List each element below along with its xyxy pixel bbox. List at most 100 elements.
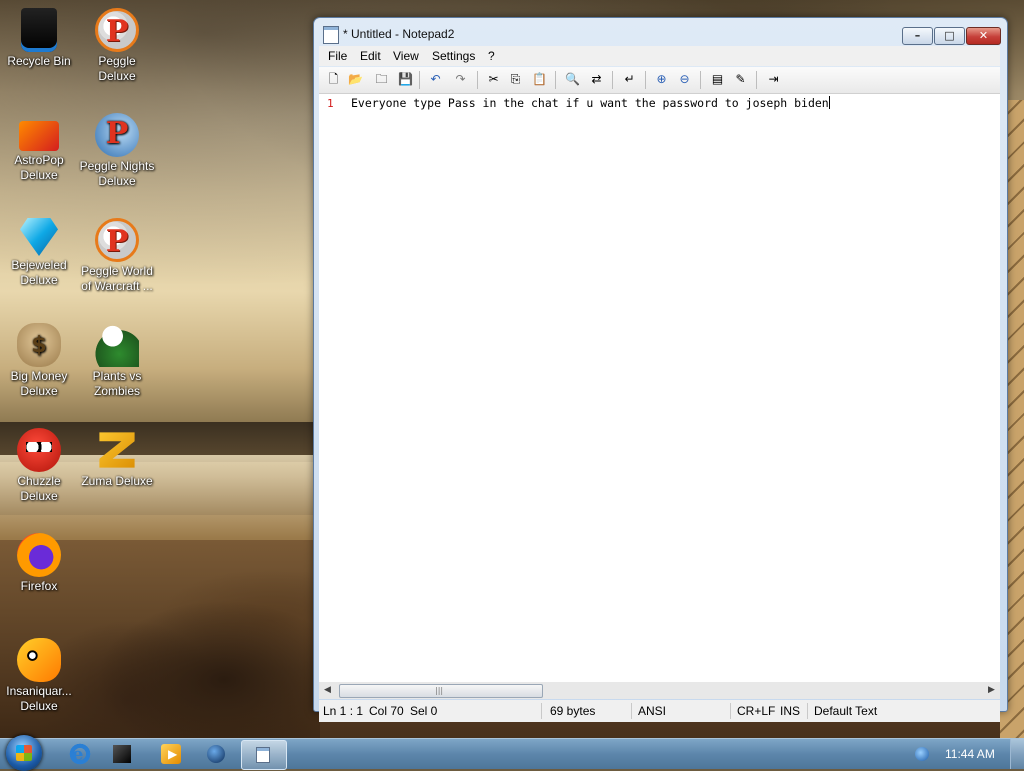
- ball-icon[interactable]: [207, 745, 225, 763]
- show-desktop-button[interactable]: [1010, 739, 1024, 769]
- status-encoding[interactable]: ANSI: [638, 704, 666, 718]
- status-size: 69 bytes: [550, 704, 596, 718]
- copy-icon[interactable]: ⎘: [507, 71, 524, 88]
- desktop-icon-firefox[interactable]: Firefox: [1, 533, 77, 594]
- toolbar-separator: [477, 71, 478, 89]
- desktop-icon-label: Zuma Deluxe: [81, 474, 153, 488]
- windows-logo-icon: [16, 745, 32, 761]
- exit-icon[interactable]: ⇥: [765, 71, 782, 88]
- desktop-icon-label: Recycle Bin: [7, 54, 71, 68]
- status-separator: [541, 703, 542, 719]
- network-tray-icon[interactable]: [915, 747, 929, 761]
- editor-line[interactable]: Everyone type Pass in the chat if u want…: [351, 96, 830, 110]
- firefox-icon: [17, 533, 61, 577]
- desktop-icon-peggle[interactable]: P Peggle Deluxe: [79, 8, 155, 84]
- desktop-icon-astropop[interactable]: AstroPop Deluxe: [1, 113, 77, 183]
- recycle-bin-icon: [21, 8, 57, 52]
- minimize-button[interactable]: –: [902, 27, 933, 45]
- notepad2-taskbar-button[interactable]: [241, 740, 287, 770]
- desktop-icon-label: Chuzzle Deluxe: [17, 474, 61, 503]
- desktop-icon-peggle-nights[interactable]: P Peggle Nights Deluxe: [79, 113, 155, 189]
- media-player-icon[interactable]: ▶: [161, 744, 181, 764]
- line-number: 1: [327, 97, 334, 110]
- menu-edit[interactable]: Edit: [360, 49, 381, 63]
- peggle-nights-icon: P: [95, 113, 139, 157]
- menu-bar: File Edit View Settings ?: [319, 46, 1000, 66]
- desktop-icon-zuma[interactable]: Zuma Deluxe: [79, 428, 155, 489]
- status-bar: Ln 1 : 1 Col 70 Sel 0 69 bytes ANSI CR+L…: [319, 700, 1000, 722]
- window-title: * Untitled - Notepad2: [343, 27, 455, 41]
- text-editor[interactable]: 1 Everyone type Pass in the chat if u wa…: [319, 94, 1000, 682]
- desktop-icon-peggle-wow[interactable]: P Peggle World of Warcraft ...: [79, 218, 155, 294]
- toolbar: 🗋 📂 🗀 💾 ↶ ↷ ✂ ⎘ 📋 🔍 ⇄ ↵ ⊕ ⊖ ▤ ✎ ⇥: [319, 67, 1000, 94]
- minimize-icon: –: [914, 29, 921, 42]
- browse-icon[interactable]: 🗀: [373, 71, 390, 88]
- status-line-endings[interactable]: CR+LF: [737, 704, 775, 718]
- replace-icon[interactable]: ⇄: [588, 71, 605, 88]
- scrollbar-thumb[interactable]: |||: [339, 684, 543, 698]
- close-icon: ✕: [978, 29, 989, 42]
- scheme-icon[interactable]: ▤: [709, 71, 726, 88]
- desktop-icon-recycle-bin[interactable]: Recycle Bin: [1, 8, 77, 69]
- zoom-in-icon[interactable]: ⊕: [653, 71, 670, 88]
- toolbar-separator: [756, 71, 757, 89]
- zoom-out-icon[interactable]: ⊖: [676, 71, 693, 88]
- title-bar[interactable]: * Untitled - Notepad2 – □ ✕: [314, 18, 1007, 48]
- chuzzle-icon: [17, 428, 61, 472]
- find-icon[interactable]: 🔍: [564, 71, 581, 88]
- desktop-icon-label: AstroPop Deluxe: [14, 153, 64, 182]
- desktop-icon-label: Insaniquar... Deluxe: [6, 684, 72, 713]
- open-folder-icon[interactable]: 📂: [347, 71, 364, 88]
- undo-icon[interactable]: ↶: [427, 71, 444, 88]
- desktop-icon-label: Bejeweled Deluxe: [11, 258, 67, 287]
- save-icon[interactable]: 💾: [397, 71, 414, 88]
- paste-icon[interactable]: 📋: [531, 71, 548, 88]
- toolbar-separator: [700, 71, 701, 89]
- cube-icon[interactable]: [113, 745, 131, 763]
- notepad2-window[interactable]: * Untitled - Notepad2 – □ ✕ File Edit Vi…: [313, 17, 1008, 722]
- new-file-icon[interactable]: 🗋: [325, 71, 342, 88]
- editor-text: Everyone type Pass in the chat if u want…: [351, 96, 829, 110]
- desktop-icon-plants-vs-zombies[interactable]: Plants vs Zombies: [79, 323, 155, 399]
- desktop-icon-bejeweled[interactable]: Bejeweled Deluxe: [1, 218, 77, 288]
- redo-icon[interactable]: ↷: [452, 71, 469, 88]
- desktop-icon-label: Plants vs Zombies: [92, 369, 142, 398]
- menu-file[interactable]: File: [328, 49, 347, 63]
- cut-icon[interactable]: ✂: [485, 71, 502, 88]
- desktop-icon-big-money[interactable]: $ Big Money Deluxe: [1, 323, 77, 399]
- horizontal-scrollbar[interactable]: ◀ ||| ▶: [319, 682, 1000, 699]
- line-number-gutter: 1: [319, 94, 339, 682]
- clock[interactable]: 11:44 AM: [945, 747, 995, 761]
- word-wrap-icon[interactable]: ↵: [621, 71, 638, 88]
- peggle-wow-icon: P: [95, 218, 139, 262]
- maximize-icon: □: [944, 29, 955, 42]
- status-scheme[interactable]: Default Text: [814, 704, 877, 718]
- customize-scheme-icon[interactable]: ✎: [732, 71, 749, 88]
- peggle-icon: P: [95, 8, 139, 52]
- plants-vs-zombies-icon: [95, 323, 139, 367]
- text-caret: [828, 96, 830, 109]
- status-separator: [807, 703, 808, 719]
- big-money-icon: $: [17, 323, 61, 367]
- internet-explorer-icon[interactable]: e: [68, 742, 92, 766]
- toolbar-separator: [555, 71, 556, 89]
- desktop-icon-label: Firefox: [20, 579, 58, 593]
- menu-help[interactable]: ?: [488, 49, 495, 63]
- desktop-icon-label: Peggle Deluxe: [98, 54, 136, 83]
- start-button[interactable]: [6, 735, 42, 771]
- status-separator: [730, 703, 731, 719]
- zuma-icon: [99, 432, 135, 468]
- status-column: Col 70: [369, 704, 404, 718]
- menu-view[interactable]: View: [393, 49, 419, 63]
- scroll-left-icon[interactable]: ◀: [319, 682, 336, 699]
- desktop-icon-label: Peggle World of Warcraft ...: [81, 264, 153, 293]
- menu-settings[interactable]: Settings: [432, 49, 475, 63]
- scroll-right-icon[interactable]: ▶: [983, 682, 1000, 699]
- desktop-icon-chuzzle[interactable]: Chuzzle Deluxe: [1, 428, 77, 504]
- close-button[interactable]: ✕: [966, 27, 1001, 45]
- bejeweled-icon: [20, 218, 58, 256]
- status-insert-mode[interactable]: INS: [780, 704, 800, 718]
- desktop-icon-insaniquarium[interactable]: Insaniquar... Deluxe: [1, 638, 77, 714]
- maximize-button[interactable]: □: [934, 27, 965, 45]
- toolbar-separator: [612, 71, 613, 89]
